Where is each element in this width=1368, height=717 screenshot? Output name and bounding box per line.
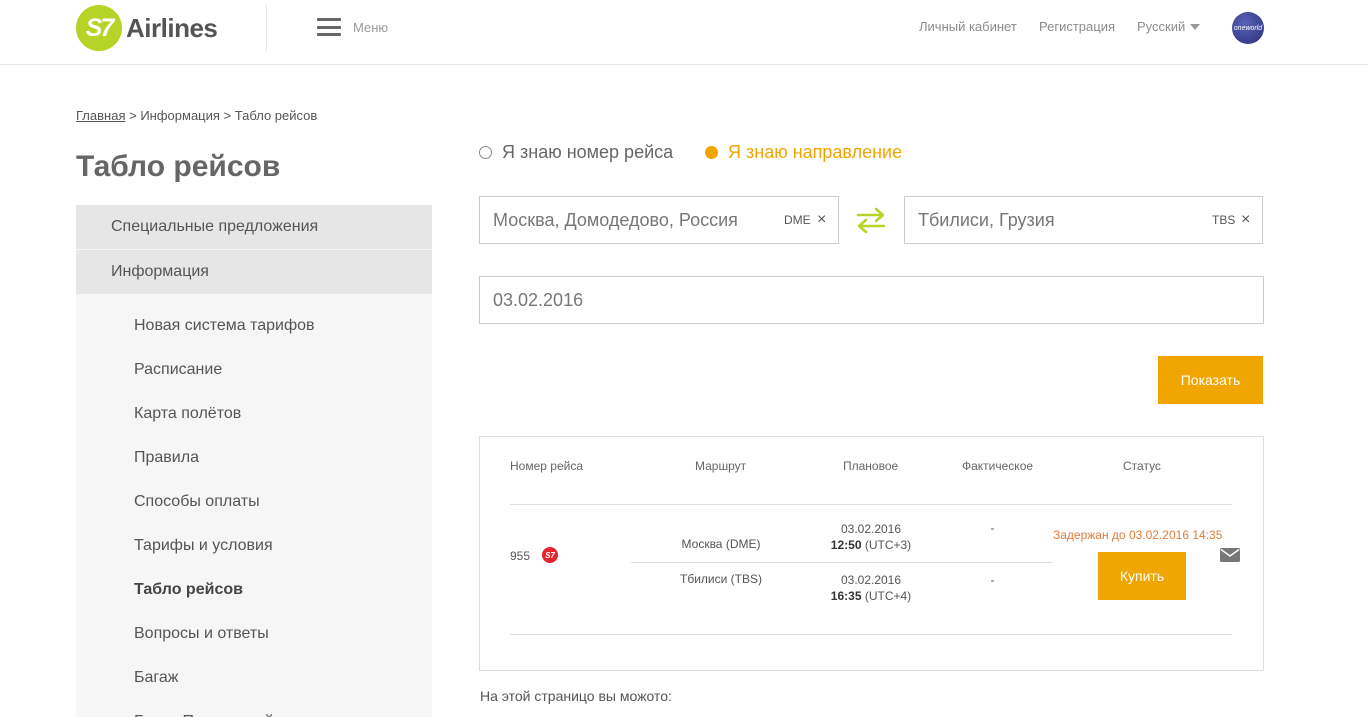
arrival-airport-code: TBS	[1212, 213, 1236, 227]
s7-airline-icon: S7	[542, 547, 558, 563]
departure-airport-code: DME	[784, 213, 811, 227]
date-input-value: 03.02.2016	[493, 290, 584, 310]
s7-airlines-logo[interactable]: S7 Airlines	[76, 5, 218, 51]
arrival-input-value: Тбилиси, Грузия	[918, 210, 1055, 230]
column-header-flight-number: Номер рейса	[510, 459, 583, 473]
departure-input-value: Москва, Домодедово, Россия	[493, 210, 738, 230]
status-badge: Задержан до 03.02.2016 14:35	[1053, 528, 1223, 542]
breadcrumb-info[interactable]: Информация	[140, 108, 220, 123]
language-label: Русский	[1137, 19, 1186, 34]
airline-badge-text: S7	[545, 550, 555, 560]
arrival-timezone: (UTC+4)	[864, 589, 912, 603]
menu-label: Меню	[353, 19, 389, 35]
chevron-down-icon	[1190, 23, 1201, 30]
sidebar-item-faq[interactable]: Вопросы и ответы	[76, 612, 432, 656]
page-info-note: На этой страницо вы можото:	[480, 688, 672, 704]
column-header-status: Статус	[1123, 459, 1161, 473]
breadcrumb-separator: >	[129, 108, 137, 123]
sidebar-item-bonus[interactable]: Бонус Паспортный	[76, 700, 432, 717]
oneworld-logo-text: oneworld	[1233, 24, 1263, 32]
arrival-field[interactable]: Тбилиси, Грузия TBS ×	[904, 196, 1263, 244]
column-header-planned: Плановое	[843, 459, 899, 473]
flight-number: 955	[510, 549, 531, 563]
sidebar-item-flight-board[interactable]: Табло рейсов	[76, 568, 432, 612]
header-divider-line	[510, 504, 1232, 505]
radio-direction[interactable]: Я знаю направление	[705, 142, 902, 163]
header-divider	[266, 5, 267, 51]
route-divider-line	[631, 562, 1053, 563]
departure-timezone: (UTC+3)	[864, 538, 912, 552]
arrival-planned: 03.02.2016 16:35 (UTC+4)	[810, 572, 932, 604]
menu-button[interactable]: Меню	[317, 18, 388, 36]
column-header-route: Маршрут	[695, 459, 747, 473]
sidebar-item-tariffs[interactable]: Тарифы и условия	[76, 524, 432, 568]
arrival-actual: -	[990, 573, 995, 587]
breadcrumb-current: Табло рейсов	[234, 108, 318, 123]
mail-icon[interactable]	[1220, 548, 1240, 562]
departure-clear-icon[interactable]: ×	[817, 197, 826, 243]
radio-direction-label: Я знаю направление	[728, 142, 903, 162]
radio-circle-icon	[479, 146, 492, 159]
sidebar-item-payment[interactable]: Способы оплаты	[76, 480, 432, 524]
sidebar-item-information[interactable]: Информация	[76, 250, 432, 294]
s7-logo-mark: S7	[76, 5, 122, 51]
sidebar: Специальные предложения Информация Новая…	[76, 205, 432, 717]
radio-selected-icon	[705, 146, 718, 159]
personal-account-link[interactable]: Личный кабинет	[919, 19, 1017, 34]
hamburger-icon	[317, 18, 341, 36]
departure-planned: 03.02.2016 12:50 (UTC+3)	[810, 521, 932, 553]
sidebar-item-new-fares[interactable]: Новая система тарифов	[76, 304, 432, 348]
registration-link[interactable]: Регистрация	[1039, 19, 1115, 34]
arrival-route: Тбилиси (TBS)	[680, 572, 762, 586]
departure-field[interactable]: Москва, Домодедово, Россия DME ×	[479, 196, 839, 244]
departure-time: 12:50	[830, 538, 862, 552]
sidebar-item-schedule[interactable]: Расписание	[76, 348, 432, 392]
column-header-actual: Фактическое	[962, 459, 1034, 473]
page-title: Табло рейсов	[76, 150, 281, 183]
breadcrumb: Главная > Информация > Табло рейсов	[76, 108, 317, 123]
language-selector[interactable]: Русский	[1137, 19, 1201, 34]
breadcrumb-home[interactable]: Главная	[76, 108, 125, 123]
sidebar-item-rules[interactable]: Правила	[76, 436, 432, 480]
date-field[interactable]: 03.02.2016	[479, 276, 1264, 324]
arrival-date: 03.02.2016	[840, 573, 902, 587]
departure-route: Москва (DME)	[681, 537, 761, 551]
arrival-time: 16:35	[830, 589, 862, 603]
sidebar-item-baggage[interactable]: Багаж	[76, 656, 432, 700]
departure-actual: -	[990, 521, 995, 535]
site-header: S7 Airlines Меню Личный кабинет Регистра…	[0, 0, 1368, 65]
departure-date: 03.02.2016	[840, 522, 902, 536]
buy-button[interactable]: Купить	[1098, 552, 1186, 600]
sidebar-submenu: Новая система тарифов Расписание Карта п…	[76, 295, 432, 717]
arrival-clear-icon[interactable]: ×	[1241, 197, 1250, 243]
sidebar-item-flight-map[interactable]: Карта полётов	[76, 392, 432, 436]
oneworld-logo[interactable]: oneworld	[1232, 12, 1264, 44]
logo-text: Airlines	[126, 12, 218, 43]
logo-mark-text: S7	[85, 13, 115, 42]
sidebar-item-special-offers[interactable]: Специальные предложения	[76, 205, 432, 249]
row-divider-line	[510, 634, 1232, 635]
breadcrumb-separator: >	[223, 108, 232, 123]
show-button[interactable]: Показать	[1158, 356, 1263, 404]
radio-flight-number[interactable]: Я знаю номер рейса	[479, 142, 673, 163]
flight-results-table: Номер рейса Маршрут Плановое Фактическое…	[479, 436, 1264, 671]
swap-direction-icon[interactable]	[856, 206, 886, 234]
radio-flight-number-label: Я знаю номер рейса	[502, 142, 674, 162]
